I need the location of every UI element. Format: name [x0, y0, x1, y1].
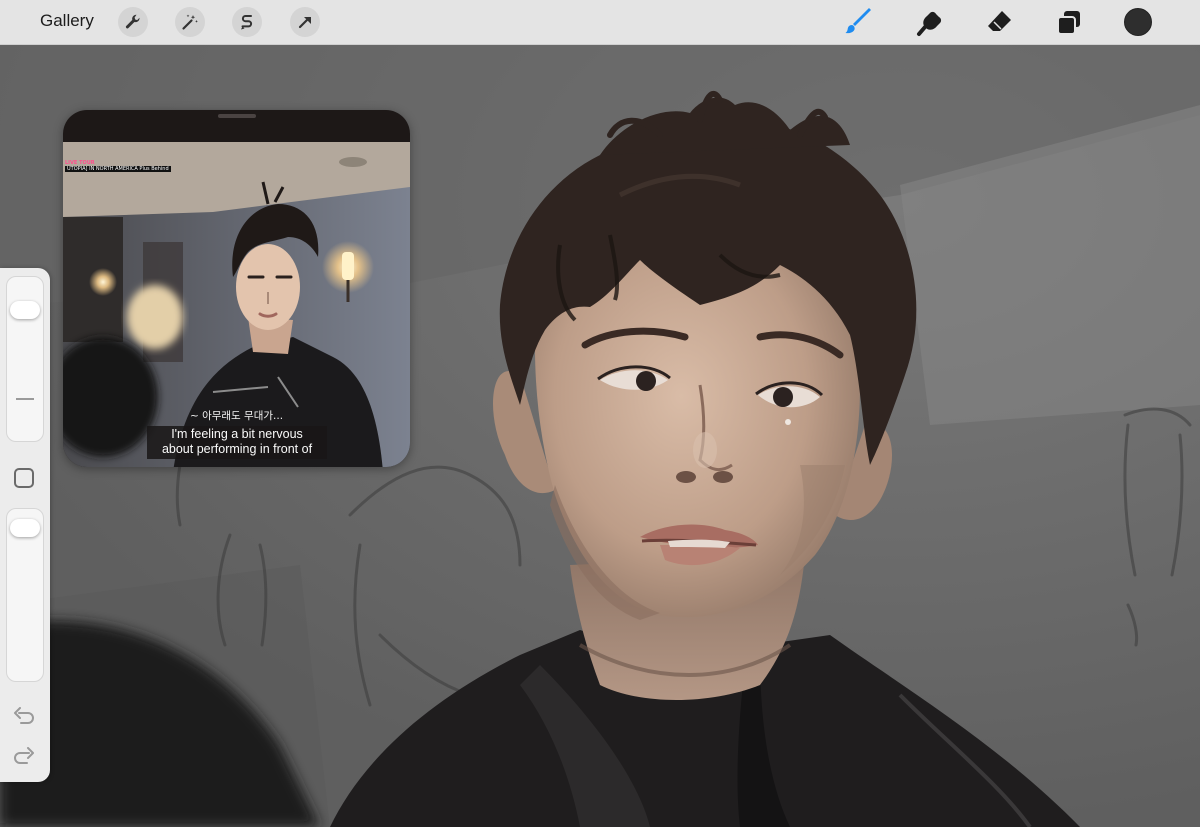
magic-wand-icon[interactable] [175, 7, 205, 37]
gallery-button[interactable]: Gallery [40, 11, 94, 31]
opacity-knob[interactable] [10, 519, 40, 538]
subtitle-box: I'm feeling a bit nervous about performi… [147, 426, 327, 459]
brush-sidebar [0, 268, 50, 782]
subtitle-line-2: about performing in front of [161, 442, 313, 456]
brush-size-knob[interactable] [10, 301, 40, 319]
brush-icon[interactable] [843, 6, 875, 38]
slider-divider [16, 398, 34, 400]
layers-icon[interactable] [1053, 6, 1085, 38]
eraser-icon[interactable] [984, 6, 1016, 38]
subtitle-line-1: I'm feeling a bit nervous [171, 427, 303, 441]
reference-window[interactable]: LIVE TOUR UTOPIA] IN NORTH AMERICA Plus … [63, 110, 410, 467]
top-toolbar: Gallery [0, 0, 1200, 45]
modify-button[interactable] [14, 468, 34, 488]
procreate-app: Gallery LIVE TOUR UTOPIA] IN NORTH AMERI… [0, 0, 1200, 827]
wrench-icon[interactable] [118, 7, 148, 37]
color-swatch[interactable] [1124, 8, 1152, 36]
brush-size-slider[interactable] [6, 276, 44, 442]
selection-icon[interactable] [232, 7, 262, 37]
smudge-icon[interactable] [914, 6, 946, 38]
undo-icon[interactable] [12, 706, 36, 726]
reference-drag-handle[interactable] [218, 114, 256, 118]
korean-caption: ~ 아무래도 무대가... [189, 410, 284, 422]
redo-icon[interactable] [12, 746, 36, 766]
transform-arrow-icon[interactable] [290, 7, 320, 37]
opacity-slider[interactable] [6, 508, 44, 682]
broadcast-tag: LIVE TOUR UTOPIA] IN NORTH AMERICA Plus … [65, 160, 171, 172]
